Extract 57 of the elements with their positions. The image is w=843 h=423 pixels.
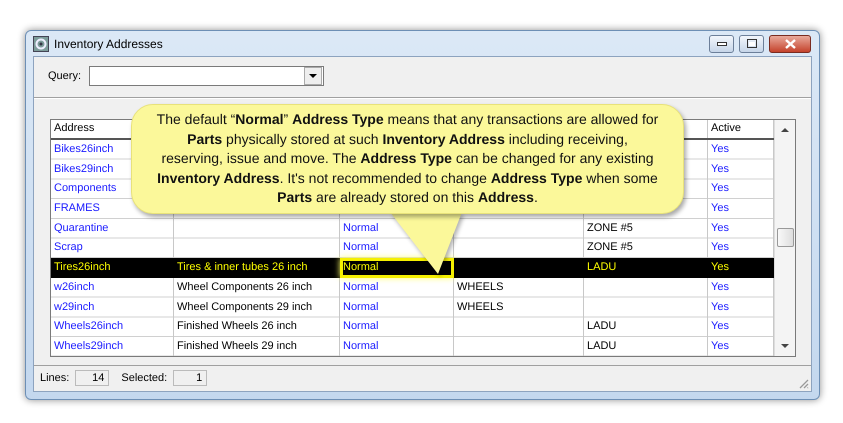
table-cell-text: Normal [342,220,380,236]
table-cell-text: Wheel Components 26 inch [176,280,314,295]
close-icon [784,38,796,48]
maximize-icon [746,39,756,48]
table-cell: Tires & inner tubes 26 inch [174,258,340,278]
table-cell-text: Yes [710,240,730,256]
minimize-button[interactable] [709,34,734,52]
table-cell-text: Yes [710,142,730,157]
app-icon [33,36,49,52]
callout-text: The default “Normal” Address Type means that any transactions are allowed for Parts physically stored at such Inventory Address including receiving, reserving, issue and move. The Address Type can be changed for any existing Inventory Address. It's not recommended to change Address Type when some Parts are already stored on this Address. [156,110,660,208]
table-cell-text: Normal [342,319,380,334]
table-cell-text: Normal [342,338,380,354]
table-cell-text: ZONE #5 [586,220,634,236]
table-cell-text: Yes [710,319,730,334]
minimize-icon [716,42,726,46]
table-cell-text: Finished Wheels 26 inch [176,319,298,334]
close-button[interactable] [769,34,811,52]
table-cell: Yes [708,258,774,278]
table-cell-text: Finished Wheels 29 inch [176,338,298,354]
resize-grip-icon[interactable] [798,378,809,389]
table-cell-text: Yes [710,181,730,196]
table-cell-text: Yes [710,280,730,295]
table-cell-text: LADU [586,338,618,354]
table-cell-text: Wheels26inch [53,319,124,334]
table-cell-text: Normal [342,240,380,256]
table-cell-text: ZONE #5 [586,240,634,256]
selected-count: 1 [173,370,208,386]
table-cell-text: Scrap [53,240,84,256]
table-cell-text: Yes [710,162,730,177]
table-cell-text: FRAMES [53,201,101,216]
table-cell-text: Wheels29inch [53,338,124,354]
table-cell-text: w29inch [53,300,96,314]
table-cell-text: WHEELS [456,280,504,295]
lines-label: Lines: [40,372,70,384]
window-title: Inventory Addresses [54,36,164,50]
scrollbar[interactable] [774,120,795,356]
caret-icon [309,74,318,78]
table-cell-text: Normal [342,300,380,314]
selected-label: Selected: [121,372,168,384]
table-cell: LADU [584,258,708,278]
table-cell-text: Wheel Components 29 inch [176,300,314,314]
table-cell-text: WHEELS [456,300,504,314]
table-cell-text: Yes [710,201,730,216]
table-cell-text: LADU [586,319,618,334]
maximize-button[interactable] [739,34,764,52]
table-cell-text: Yes [710,220,730,236]
column-header[interactable]: Active [708,120,774,138]
table-cell-text: Normal [342,280,380,295]
lines-count: 14 [75,370,110,386]
table-cell-text: w26inch [53,280,96,295]
query-dropdown[interactable] [89,66,324,86]
table-cell-text: Yes [710,300,730,314]
table-cell: Normal [340,258,454,278]
table-cell-text: Yes [710,338,730,354]
query-label: Query: [48,70,82,82]
table-cell-text: Quarantine [53,220,110,236]
table-cell: Tires26inch [51,258,174,278]
